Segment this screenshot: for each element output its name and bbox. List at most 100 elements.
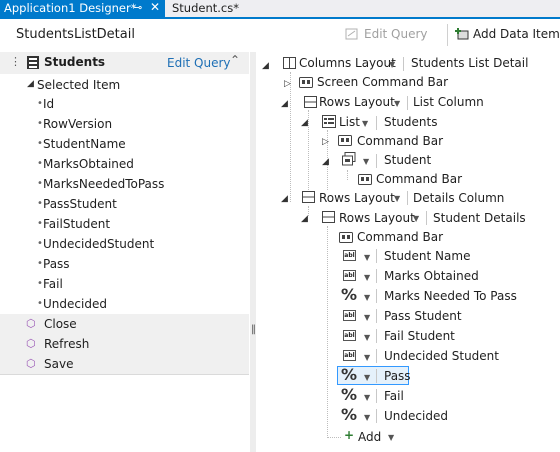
rows-layout-label[interactable]: Rows Layout (319, 191, 395, 205)
field-label: StudentName (43, 137, 126, 151)
field-control-label: Undecided Student (384, 349, 499, 363)
chevron-down-icon[interactable]: ▼ (363, 157, 369, 166)
field-label: Undecided (43, 297, 107, 311)
rows-layout-label[interactable]: Rows Layout (339, 211, 415, 225)
chevron-down-icon[interactable]: ▼ (364, 393, 370, 402)
command-bar-icon (299, 77, 313, 91)
collapse-triangle-icon[interactable]: ▷ (322, 137, 329, 147)
chevron-down-icon[interactable]: ▼ (362, 119, 368, 128)
screen-command-bar[interactable]: Screen Command Bar (317, 75, 448, 89)
chevron-down-icon[interactable]: ▼ (364, 373, 370, 382)
method-icon: ⬡ (26, 317, 36, 330)
expand-triangle-icon[interactable]: ◢ (281, 194, 288, 204)
close-icon[interactable]: ✕ (150, 0, 160, 14)
rows-layout-icon (322, 211, 335, 226)
add-data-item-icon (455, 28, 469, 40)
field-label: Fail (43, 277, 63, 291)
field-control-label: Pass Student (384, 309, 462, 323)
expand-triangle-icon[interactable]: ◢ (281, 99, 288, 109)
command-bar-icon (338, 135, 352, 149)
rows-layout-icon (304, 96, 317, 111)
percent-icon: % (341, 365, 358, 384)
expand-triangle-icon[interactable]: ◢ (262, 61, 269, 71)
field-label: RowVersion (43, 117, 113, 131)
expand-triangle-icon[interactable]: ◢ (27, 79, 34, 89)
student-template[interactable]: Student (384, 153, 431, 167)
drag-grip-icon[interactable]: ⋮ (10, 55, 21, 68)
method-close[interactable]: ⬡ Close (0, 314, 249, 335)
chevron-down-icon[interactable]: ▼ (413, 214, 419, 223)
columns-layout-label[interactable]: Columns Layout (299, 56, 396, 70)
splitter-grip-icon[interactable]: ‖ (251, 324, 256, 335)
chevron-down-icon[interactable]: ▼ (364, 273, 370, 282)
tab-label: Application1 Designer* (4, 1, 137, 15)
chevron-up-icon[interactable]: ⌃ (230, 53, 240, 67)
rows-layout-icon (302, 191, 315, 206)
edit-query-link[interactable]: Edit Query (167, 56, 231, 70)
textbox-icon: abl (343, 350, 356, 361)
expand-triangle-icon[interactable]: ◢ (322, 157, 329, 167)
field-control-label: Student Name (384, 249, 471, 263)
field-label: PassStudent (43, 197, 117, 211)
screen-title: StudentsListDetail (16, 27, 135, 42)
columns-layout-icon (283, 57, 296, 72)
tab-application-designer[interactable]: Application1 Designer* ⊸ ✕ (0, 0, 165, 17)
edit-query-icon (345, 28, 358, 40)
item-template-icon (342, 152, 356, 169)
query-header: ⋮ Students Edit Query ⌃ (0, 52, 249, 74)
chevron-down-icon[interactable]: ▼ (364, 313, 370, 322)
chevron-down-icon[interactable]: ▼ (394, 194, 400, 203)
field-control-label: Fail Student (384, 329, 455, 343)
panel-splitter[interactable] (250, 52, 256, 452)
layout-name[interactable]: Student Details (433, 211, 526, 225)
textbox-icon: abl (343, 310, 356, 321)
method-label: Save (44, 357, 74, 371)
field-label: MarksObtained (43, 157, 134, 171)
collection-icon (27, 56, 39, 72)
expand-triangle-icon[interactable]: ◢ (301, 214, 308, 224)
chevron-down-icon[interactable]: ▼ (364, 333, 370, 342)
percent-icon: % (341, 285, 358, 304)
method-label: Close (44, 317, 77, 331)
chevron-down-icon[interactable]: ▼ (389, 60, 395, 69)
list-name[interactable]: Students (384, 115, 438, 129)
pin-icon[interactable]: ⊸ (133, 1, 142, 14)
tab-label: Student.cs* (172, 1, 239, 15)
field-control-label: Pass (384, 369, 411, 383)
field-label: Id (43, 97, 55, 111)
field-label: UndecidedStudent (43, 237, 155, 251)
expand-triangle-icon[interactable]: ◢ (301, 118, 308, 128)
method-refresh[interactable]: ⬡ Refresh (0, 334, 249, 355)
percent-icon: % (341, 405, 358, 424)
rows-layout-label[interactable]: Rows Layout (319, 95, 395, 109)
toolbar-separator (447, 24, 448, 46)
collapse-triangle-icon[interactable]: ▷ (284, 79, 291, 89)
add-data-item-button[interactable]: Add Data Item... (473, 27, 560, 41)
chevron-down-icon[interactable]: ▼ (394, 99, 400, 108)
details-command-bar[interactable]: Command Bar (357, 230, 443, 244)
percent-icon: % (341, 385, 358, 404)
tab-underline (0, 17, 560, 19)
method-save[interactable]: ⬡ Save (0, 354, 249, 375)
command-bar-icon (358, 174, 372, 188)
query-title: Students (44, 55, 106, 69)
field-control-label: Undecided (384, 409, 448, 423)
edit-query-button[interactable]: Edit Query (364, 27, 428, 41)
layout-name[interactable]: Students List Detail (411, 56, 528, 70)
command-bar-icon (339, 232, 353, 246)
list-command-bar[interactable]: Command Bar (357, 134, 443, 148)
field-label: Pass (43, 257, 70, 271)
chevron-down-icon[interactable]: ▼ (364, 353, 370, 362)
field-label: MarksNeededToPass (43, 177, 165, 191)
layout-name[interactable]: List Column (413, 95, 484, 109)
method-label: Refresh (44, 337, 90, 351)
student-command-bar[interactable]: Command Bar (376, 172, 462, 186)
selected-item-label[interactable]: Selected Item (37, 78, 120, 92)
plus-icon: + (344, 428, 355, 442)
layout-name[interactable]: Details Column (413, 191, 504, 205)
chevron-down-icon[interactable]: ▼ (388, 433, 394, 442)
list-label[interactable]: List (339, 115, 360, 129)
chevron-down-icon[interactable]: ▼ (364, 253, 370, 262)
chevron-down-icon[interactable]: ▼ (364, 413, 370, 422)
chevron-down-icon[interactable]: ▼ (364, 293, 370, 302)
